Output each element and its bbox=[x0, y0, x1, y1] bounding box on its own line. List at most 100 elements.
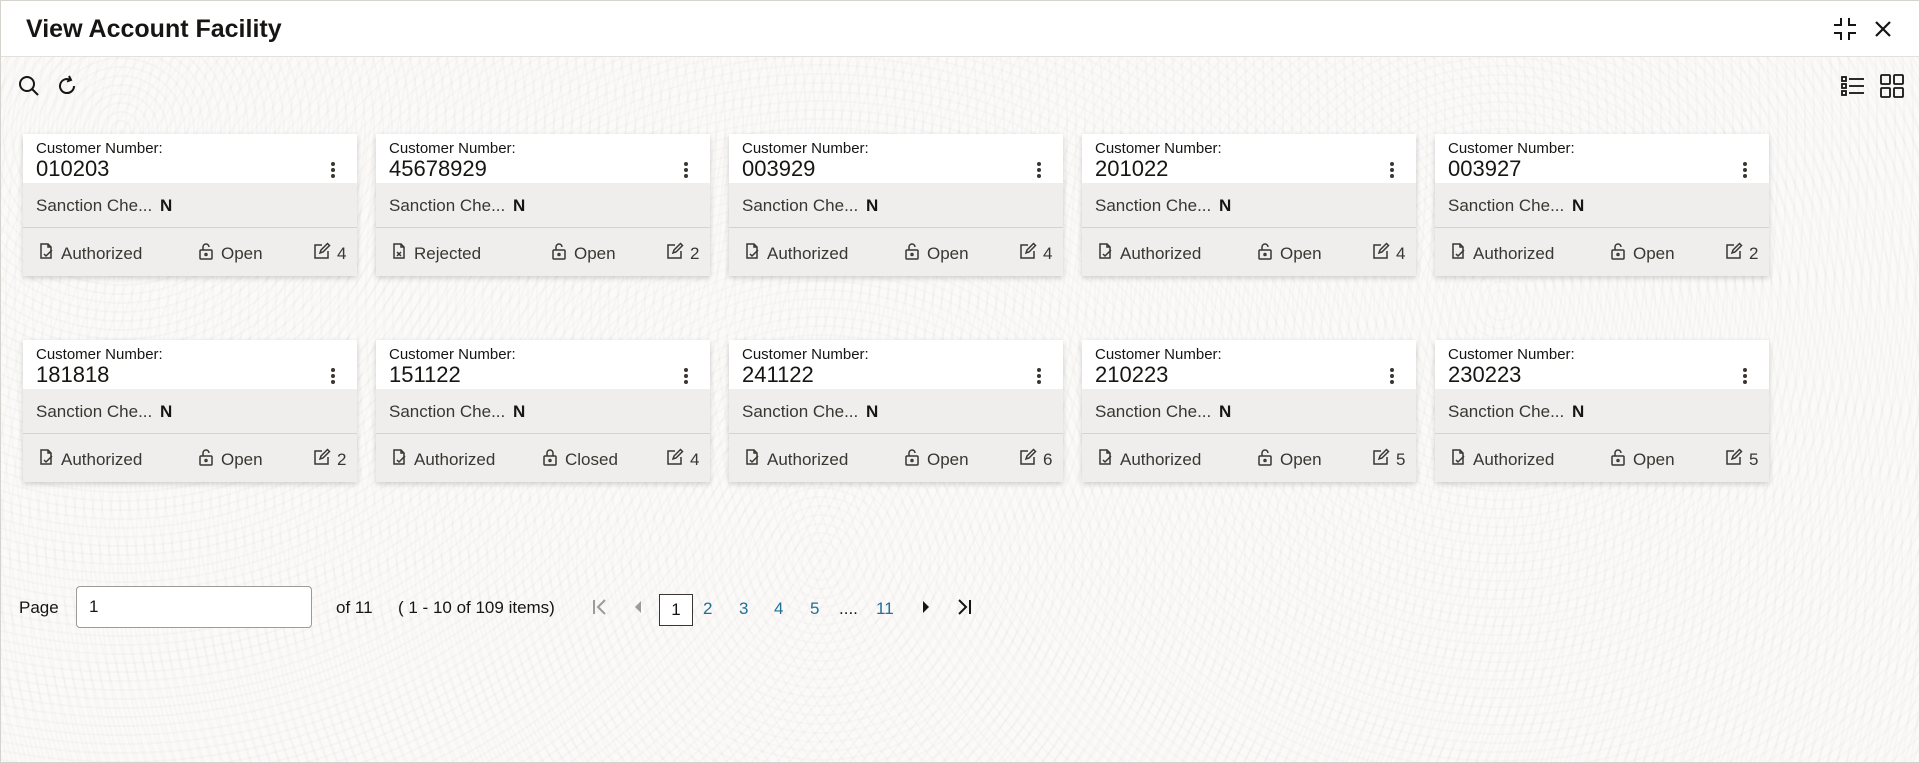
open-status: Open bbox=[197, 242, 263, 265]
account-card[interactable]: Customer Number: 003927 Sanction Che... N Au… bbox=[1435, 134, 1769, 276]
page-link-5[interactable]: 5 bbox=[810, 599, 819, 619]
customer-number: 003929 bbox=[742, 156, 816, 181]
search-icon[interactable] bbox=[15, 72, 43, 100]
sanction-check-label: Sanction Che... bbox=[1095, 402, 1212, 421]
account-card[interactable]: Customer Number: 45678929 Sanction Che... N… bbox=[376, 134, 710, 276]
page-input[interactable] bbox=[76, 586, 312, 628]
card-footer: Authorized Open 4 bbox=[729, 228, 1063, 276]
more-actions-icon[interactable] bbox=[682, 368, 690, 386]
first-page-icon[interactable] bbox=[589, 596, 611, 618]
account-card[interactable]: Customer Number: 230223 Sanction Che... N Au… bbox=[1435, 340, 1769, 482]
customer-number: 230223 bbox=[1448, 362, 1522, 387]
page-count: of 11 bbox=[336, 598, 373, 617]
card-body: Sanction Che... N bbox=[23, 183, 357, 228]
more-actions-icon[interactable] bbox=[1741, 162, 1749, 180]
account-card[interactable]: Customer Number: 181818 Sanction Che... N Au… bbox=[23, 340, 357, 482]
open-status-label: Open bbox=[1633, 449, 1675, 469]
close-icon[interactable] bbox=[1869, 15, 1897, 43]
modification-count: 2 bbox=[1725, 242, 1758, 265]
more-actions-icon[interactable] bbox=[1035, 162, 1043, 180]
modification-count-value: 4 bbox=[1043, 243, 1053, 263]
edit-icon bbox=[1725, 242, 1743, 265]
sanction-check-value: N bbox=[1219, 196, 1232, 215]
card-footer: Rejected Open 2 bbox=[376, 228, 710, 276]
sanction-check-label: Sanction Che... bbox=[389, 196, 506, 215]
more-actions-icon[interactable] bbox=[1741, 368, 1749, 386]
account-card[interactable]: Customer Number: 010203 Sanction Che... N Au… bbox=[23, 134, 357, 276]
more-actions-icon[interactable] bbox=[682, 162, 690, 180]
record-status: Authorized bbox=[1096, 448, 1201, 471]
more-actions-icon[interactable] bbox=[329, 162, 337, 180]
account-card[interactable]: Customer Number: 201022 Sanction Che... N Au… bbox=[1082, 134, 1416, 276]
customer-number-label: Customer Number: bbox=[1448, 346, 1575, 363]
card-body: Sanction Che... N bbox=[376, 183, 710, 228]
account-card[interactable]: Customer Number: 210223 Sanction Che... N Au… bbox=[1082, 340, 1416, 482]
authorized-document-icon bbox=[1096, 242, 1114, 265]
sanction-check-label: Sanction Che... bbox=[742, 402, 859, 421]
customer-number-label: Customer Number: bbox=[742, 140, 869, 157]
card-header: Customer Number: 45678929 bbox=[376, 134, 710, 183]
authorized-document-icon bbox=[1449, 242, 1467, 265]
account-card[interactable]: Customer Number: 003929 Sanction Che... N Au… bbox=[729, 134, 1063, 276]
edit-icon bbox=[1019, 242, 1037, 265]
open-status: Open bbox=[903, 242, 969, 265]
card-footer: Authorized Open 2 bbox=[1435, 228, 1769, 276]
more-actions-icon[interactable] bbox=[1388, 368, 1396, 386]
modification-count: 4 bbox=[1019, 242, 1052, 265]
record-status: Authorized bbox=[1096, 242, 1201, 265]
page-link-2[interactable]: 2 bbox=[703, 599, 712, 619]
pagination: Page of 11 ( 1 - 10 of 109 items) 1 2 3 … bbox=[1, 586, 1919, 630]
modification-count-value: 4 bbox=[690, 449, 700, 469]
sanction-check-value: N bbox=[160, 196, 173, 215]
sanction-check-value: N bbox=[513, 196, 526, 215]
lock-open-icon bbox=[550, 242, 568, 265]
previous-page-icon[interactable] bbox=[627, 596, 649, 618]
card-header: Customer Number: 210223 bbox=[1082, 340, 1416, 389]
sanction-check-label: Sanction Che... bbox=[1095, 196, 1212, 215]
record-status-label: Authorized bbox=[61, 243, 143, 263]
page-current[interactable]: 1 bbox=[659, 594, 693, 626]
edit-icon bbox=[666, 448, 684, 471]
modification-count-value: 6 bbox=[1043, 449, 1053, 469]
list-view-icon[interactable] bbox=[1839, 72, 1867, 100]
modification-count-value: 2 bbox=[337, 449, 347, 469]
open-status: Open bbox=[1609, 242, 1675, 265]
page-link-last[interactable]: 11 bbox=[876, 599, 894, 619]
card-body: Sanction Che... N bbox=[23, 389, 357, 434]
page-link-4[interactable]: 4 bbox=[774, 599, 783, 619]
page-title: View Account Facility bbox=[26, 15, 282, 43]
lock-open-icon bbox=[1256, 448, 1274, 471]
account-card[interactable]: Customer Number: 241122 Sanction Che... N Au… bbox=[729, 340, 1063, 482]
modification-count: 5 bbox=[1372, 448, 1405, 471]
sanction-check-value: N bbox=[1219, 402, 1232, 421]
open-status-label: Open bbox=[1280, 449, 1322, 469]
open-status-label: Open bbox=[221, 243, 263, 263]
record-status: Authorized bbox=[743, 448, 848, 471]
lock-open-icon bbox=[1609, 242, 1627, 265]
card-header: Customer Number: 181818 bbox=[23, 340, 357, 389]
modification-count: 4 bbox=[1372, 242, 1405, 265]
more-actions-icon[interactable] bbox=[329, 368, 337, 386]
more-actions-icon[interactable] bbox=[1035, 368, 1043, 386]
authorized-document-icon bbox=[743, 448, 761, 471]
grid-view-icon[interactable] bbox=[1878, 72, 1906, 100]
minimize-icon[interactable] bbox=[1831, 15, 1859, 43]
card-footer: Authorized Open 4 bbox=[23, 228, 357, 276]
more-actions-icon[interactable] bbox=[1388, 162, 1396, 180]
modification-count-value: 2 bbox=[1749, 243, 1759, 263]
record-status-label: Authorized bbox=[1120, 449, 1202, 469]
account-card[interactable]: Customer Number: 151122 Sanction Che... N Au… bbox=[376, 340, 710, 482]
card-body: Sanction Che... N bbox=[376, 389, 710, 434]
record-status: Authorized bbox=[1449, 242, 1554, 265]
page-link-3[interactable]: 3 bbox=[739, 599, 748, 619]
refresh-icon[interactable] bbox=[53, 72, 81, 100]
record-status: Rejected bbox=[390, 242, 481, 265]
next-page-icon[interactable] bbox=[915, 596, 937, 618]
customer-number-label: Customer Number: bbox=[742, 346, 869, 363]
record-status-label: Authorized bbox=[1473, 243, 1555, 263]
authorized-document-icon bbox=[37, 448, 55, 471]
last-page-icon[interactable] bbox=[953, 596, 975, 618]
lock-open-icon bbox=[1256, 242, 1274, 265]
open-status: Open bbox=[1256, 242, 1322, 265]
edit-icon bbox=[313, 448, 331, 471]
